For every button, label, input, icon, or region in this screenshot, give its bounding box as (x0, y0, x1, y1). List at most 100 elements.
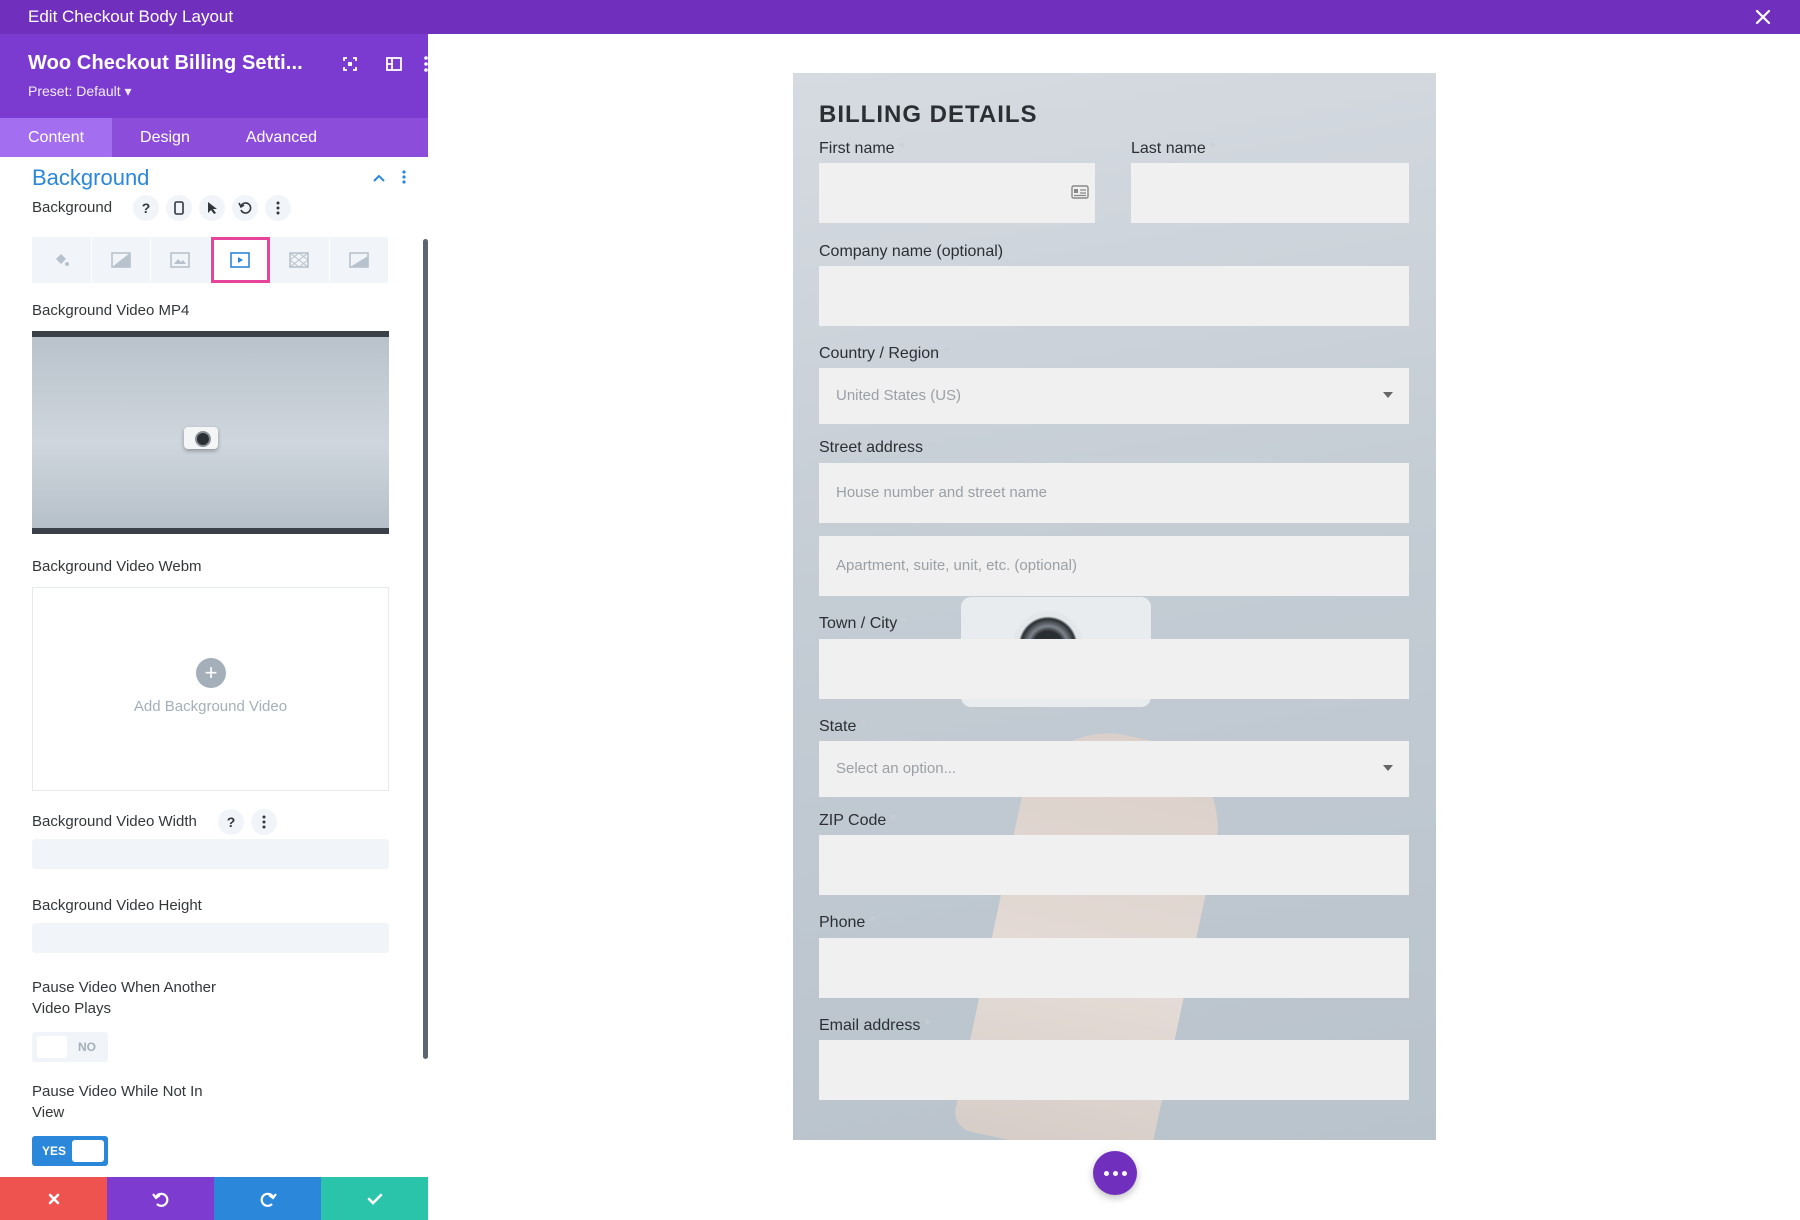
toggle-knob (37, 1036, 67, 1058)
street-address-1-input[interactable]: House number and street name (819, 463, 1409, 523)
pause-other-label-line2: Video Plays (32, 1000, 111, 1017)
video-width-label: Background Video Width (32, 813, 197, 830)
undo-button[interactable] (107, 1177, 214, 1220)
window-titlebar: Edit Checkout Body Layout (0, 0, 1800, 34)
add-video-label[interactable]: Add Background Video (33, 698, 388, 715)
window-title: Edit Checkout Body Layout (28, 7, 234, 26)
video-mp4-label: Background Video MP4 (32, 302, 190, 319)
tab-design[interactable]: Design (112, 118, 218, 157)
toggle-state: NO (78, 1040, 96, 1054)
last-name-input[interactable] (1131, 163, 1409, 223)
bg-color-tab[interactable] (32, 237, 92, 283)
video-mp4-preview[interactable] (32, 331, 389, 534)
preset-dropdown[interactable]: Preset: Default ▾ (28, 83, 132, 100)
mask-icon (348, 252, 369, 268)
tab-content[interactable]: Content (0, 118, 113, 157)
street-placeholder-2: Apartment, suite, unit, etc. (optional) (836, 557, 1077, 574)
add-icon[interactable]: + (196, 658, 226, 688)
pause-other-label: Pause Video When Another Video Plays (32, 979, 216, 1017)
email-input[interactable] (819, 1040, 1409, 1100)
pause-view-toggle[interactable]: YES (32, 1136, 108, 1166)
billing-details-module[interactable]: BILLING DETAILS First name * Last name * C… (793, 73, 1436, 1140)
pause-view-label-line1: Pause Video While Not In (32, 1083, 203, 1100)
video-height-input[interactable] (32, 923, 389, 953)
close-icon (48, 1193, 59, 1204)
last-name-label: Last name * (1131, 140, 1216, 157)
undo-icon (151, 1192, 168, 1207)
email-label: Email address * (819, 1017, 931, 1034)
help-icon[interactable]: ? (218, 809, 244, 835)
city-input[interactable] (819, 639, 1409, 699)
company-input[interactable] (819, 266, 1409, 326)
section-title[interactable]: Background (32, 165, 149, 191)
save-button[interactable] (321, 1177, 428, 1220)
hover-cursor-icon[interactable] (199, 195, 225, 221)
more-icon[interactable] (251, 809, 277, 835)
contact-card-icon[interactable] (1071, 185, 1089, 199)
panel-header: Woo Checkout Billing Setti... Preset: De… (0, 34, 428, 157)
dropdown-arrow-icon (1383, 392, 1393, 398)
street-placeholder-1: House number and street name (836, 484, 1047, 501)
sidebar-layout-icon[interactable] (384, 54, 404, 74)
panel-footer (0, 1177, 428, 1220)
zip-input[interactable] (819, 835, 1409, 895)
toggle-knob (72, 1140, 104, 1162)
state-select[interactable]: Select an option... (819, 741, 1409, 797)
gradient-icon (110, 252, 131, 268)
more-icon[interactable] (265, 195, 291, 221)
dot-icon (1112, 1170, 1118, 1176)
video-width-input[interactable] (32, 839, 389, 869)
background-type-tabs (32, 237, 389, 283)
pattern-icon (289, 252, 310, 268)
preview-canvas: BILLING DETAILS First name * Last name * C… (428, 34, 1800, 1220)
pause-view-label: Pause Video While Not In View (32, 1083, 203, 1121)
camera-thumbnail (184, 427, 218, 449)
bg-image-tab[interactable] (151, 237, 211, 283)
pause-view-label-line2: View (32, 1104, 65, 1121)
bg-gradient-tab[interactable] (91, 237, 151, 283)
module-title: Woo Checkout Billing Setti... (28, 52, 303, 74)
first-name-label: First name * (819, 140, 905, 157)
bg-video-tab[interactable] (210, 237, 270, 283)
bg-mask-tab[interactable] (329, 237, 389, 283)
background-label: Background (32, 199, 113, 216)
image-icon (170, 252, 191, 268)
street-label: Street address * (819, 439, 934, 456)
help-icon[interactable]: ? (133, 195, 159, 221)
video-height-label: Background Video Height (32, 897, 202, 914)
expand-icon[interactable] (340, 54, 360, 74)
responsive-icon[interactable] (166, 195, 192, 221)
country-label: Country / Region * (819, 345, 950, 362)
chevron-up-icon[interactable] (372, 173, 386, 183)
cancel-button[interactable] (0, 1177, 107, 1220)
state-value: Select an option... (836, 760, 957, 777)
street-address-2-input[interactable]: Apartment, suite, unit, etc. (optional) (819, 536, 1409, 596)
pause-other-toggle[interactable]: NO (32, 1032, 108, 1062)
dot-icon (1121, 1170, 1127, 1176)
pause-other-label-line1: Pause Video When Another (32, 979, 217, 996)
redo-icon (260, 1192, 277, 1207)
zip-label: ZIP Code * (819, 812, 897, 829)
check-icon (367, 1193, 382, 1205)
video-webm-upload[interactable]: + Add Background Video (32, 587, 389, 791)
settings-tabs: Content Design Advanced (0, 118, 428, 157)
billing-title: BILLING DETAILS (819, 101, 1038, 128)
settings-scroll-area: Background Background ? Background Video… (0, 157, 428, 1177)
country-select[interactable]: United States (US) (819, 368, 1409, 424)
close-icon[interactable] (1752, 6, 1774, 28)
redo-button[interactable] (214, 1177, 321, 1220)
state-label: State * (819, 718, 867, 735)
dot-icon (1103, 1170, 1109, 1176)
reset-icon[interactable] (232, 195, 258, 221)
video-webm-label: Background Video Webm (32, 558, 202, 575)
company-label: Company name (optional) (819, 243, 1004, 260)
bg-pattern-tab[interactable] (270, 237, 330, 283)
phone-input[interactable] (819, 938, 1409, 998)
tab-advanced[interactable]: Advanced (218, 118, 345, 157)
first-name-input[interactable] (819, 163, 1095, 223)
country-value: United States (US) (836, 387, 962, 404)
phone-label: Phone * (819, 914, 876, 931)
page-settings-button[interactable] (1093, 1151, 1137, 1195)
section-options-icon[interactable] (399, 169, 409, 185)
settings-panel: Woo Checkout Billing Setti... Preset: De… (0, 34, 428, 1220)
